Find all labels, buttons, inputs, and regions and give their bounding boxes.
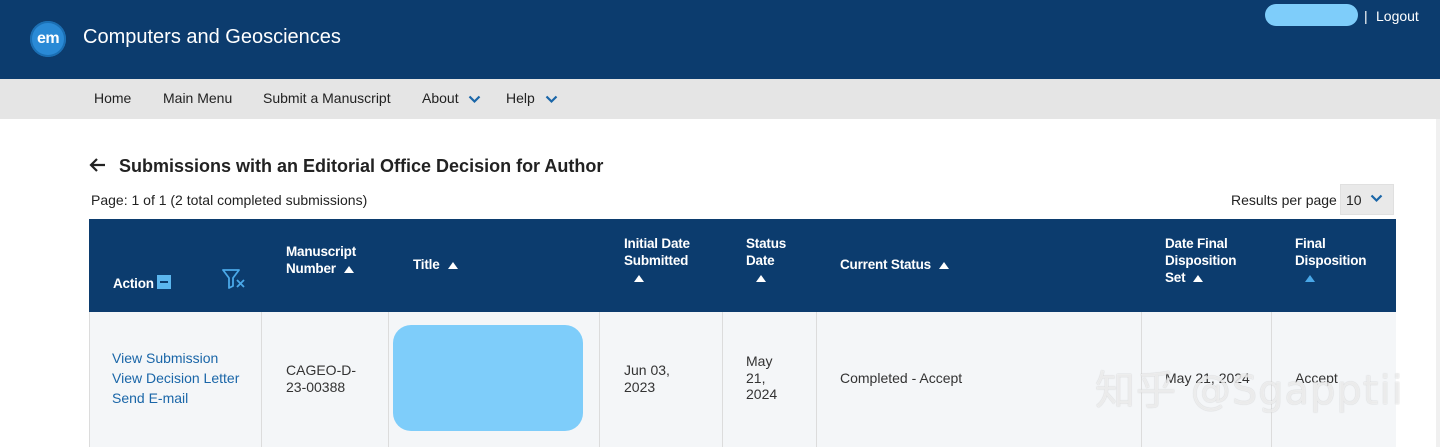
status-date-line3: 2024 <box>746 386 778 402</box>
cell-initial-date: Jun 03, 2023 <box>624 362 670 395</box>
view-decision-letter-link[interactable]: View Decision Letter <box>112 368 239 388</box>
scrollbar[interactable] <box>1436 119 1440 447</box>
col-title-label: Title <box>413 257 440 272</box>
nav-help-label: Help <box>506 90 535 106</box>
watermark: 知乎 @Sgapptii <box>1095 368 1404 414</box>
user-name-redacted <box>1265 4 1358 26</box>
column-divider <box>89 312 90 447</box>
results-per-page-value: 10 <box>1346 192 1362 208</box>
top-header: em Computers and Geosciences | Logout <box>0 0 1440 79</box>
sort-active-icon[interactable] <box>1305 275 1315 282</box>
col-title[interactable]: Title <box>413 256 458 273</box>
cell-status-date: May 21, 2024 <box>746 353 777 403</box>
page-title: Submissions with an Editorial Office Dec… <box>119 156 604 176</box>
nav-help[interactable]: Help <box>506 90 558 106</box>
col-manuscript-number-line2: Number <box>286 261 336 276</box>
col-action: Action <box>113 275 171 292</box>
col-date-final-disposition[interactable]: Date Final Disposition Set <box>1165 235 1237 286</box>
row-actions: View Submission View Decision Letter Sen… <box>112 348 239 408</box>
title-redacted <box>393 325 583 431</box>
col-manuscript-number[interactable]: Manuscript Number <box>286 243 356 277</box>
manuscript-number-line2: 23-00388 <box>286 378 346 395</box>
cell-current-status: Completed - Accept <box>840 370 963 386</box>
col-status-date-line2: Date <box>746 253 775 268</box>
main-nav: Home Main Menu Submit a Manuscript About… <box>0 79 1440 119</box>
column-divider <box>722 312 723 447</box>
journal-title: Computers and Geosciences <box>83 26 341 48</box>
col-status-date[interactable]: Status Date <box>746 235 786 282</box>
results-per-page-select[interactable]: 10 <box>1340 184 1394 215</box>
column-divider <box>261 312 262 447</box>
sort-ascending-icon[interactable] <box>1193 274 1204 282</box>
col-final-disposition-line2: Disposition <box>1295 253 1367 268</box>
col-manuscript-number-line1: Manuscript <box>286 244 357 259</box>
column-divider <box>599 312 600 447</box>
collapse-actions-button[interactable] <box>156 275 171 289</box>
col-current-status-label: Current Status <box>840 257 931 272</box>
col-date-final-line1: Date Final <box>1165 236 1228 251</box>
clear-filter-icon[interactable] <box>222 269 246 289</box>
nav-about[interactable]: About <box>422 90 481 106</box>
sort-ascending-icon[interactable] <box>447 261 458 269</box>
col-status-date-line1: Status <box>746 236 787 251</box>
status-date-line1: May <box>746 353 773 369</box>
col-date-final-line2: Disposition <box>1165 253 1237 268</box>
nav-main-menu[interactable]: Main Menu <box>163 90 232 106</box>
sort-ascending-icon[interactable] <box>634 275 644 282</box>
col-action-label: Action <box>113 276 154 291</box>
chevron-down-icon <box>469 95 481 103</box>
status-date-line2: 21, <box>746 369 766 386</box>
sort-ascending-icon[interactable] <box>938 261 949 269</box>
view-submission-link[interactable]: View Submission <box>112 348 239 368</box>
col-final-disposition-line1: Final <box>1295 236 1326 251</box>
chevron-down-icon <box>1370 194 1383 203</box>
table-header: Action Manuscript Number Title Initial D… <box>89 219 1396 312</box>
nav-submit-manuscript[interactable]: Submit a Manuscript <box>263 90 391 106</box>
back-arrow-icon[interactable] <box>88 155 108 175</box>
send-email-link[interactable]: Send E-mail <box>112 388 239 408</box>
sort-ascending-icon[interactable] <box>756 275 766 282</box>
cell-manuscript-number: CAGEO-D- 23-00388 <box>286 362 356 395</box>
em-logo[interactable]: em <box>30 21 66 57</box>
col-initial-date[interactable]: Initial Date Submitted <box>624 235 690 282</box>
logout-separator: | <box>1364 8 1368 24</box>
initial-date-line2: 2023 <box>624 378 656 395</box>
logout-link[interactable]: Logout <box>1376 8 1419 24</box>
nav-about-label: About <box>422 90 459 106</box>
nav-home[interactable]: Home <box>94 90 131 106</box>
chevron-down-icon <box>545 95 557 103</box>
initial-date-line1: Jun 03, <box>624 362 670 378</box>
pagination-info: Page: 1 of 1 (2 total completed submissi… <box>91 192 368 208</box>
col-final-disposition[interactable]: Final Disposition <box>1295 235 1367 282</box>
column-divider <box>816 312 817 447</box>
manuscript-number-line1: CAGEO-D- <box>286 362 356 378</box>
col-date-final-line3: Set <box>1165 270 1186 285</box>
sort-ascending-icon[interactable] <box>343 265 354 273</box>
col-initial-date-line2: Submitted <box>624 253 689 268</box>
results-per-page-label: Results per page <box>1231 192 1337 208</box>
col-initial-date-line1: Initial Date <box>624 236 690 251</box>
column-divider <box>388 312 389 447</box>
col-current-status[interactable]: Current Status <box>840 256 949 273</box>
